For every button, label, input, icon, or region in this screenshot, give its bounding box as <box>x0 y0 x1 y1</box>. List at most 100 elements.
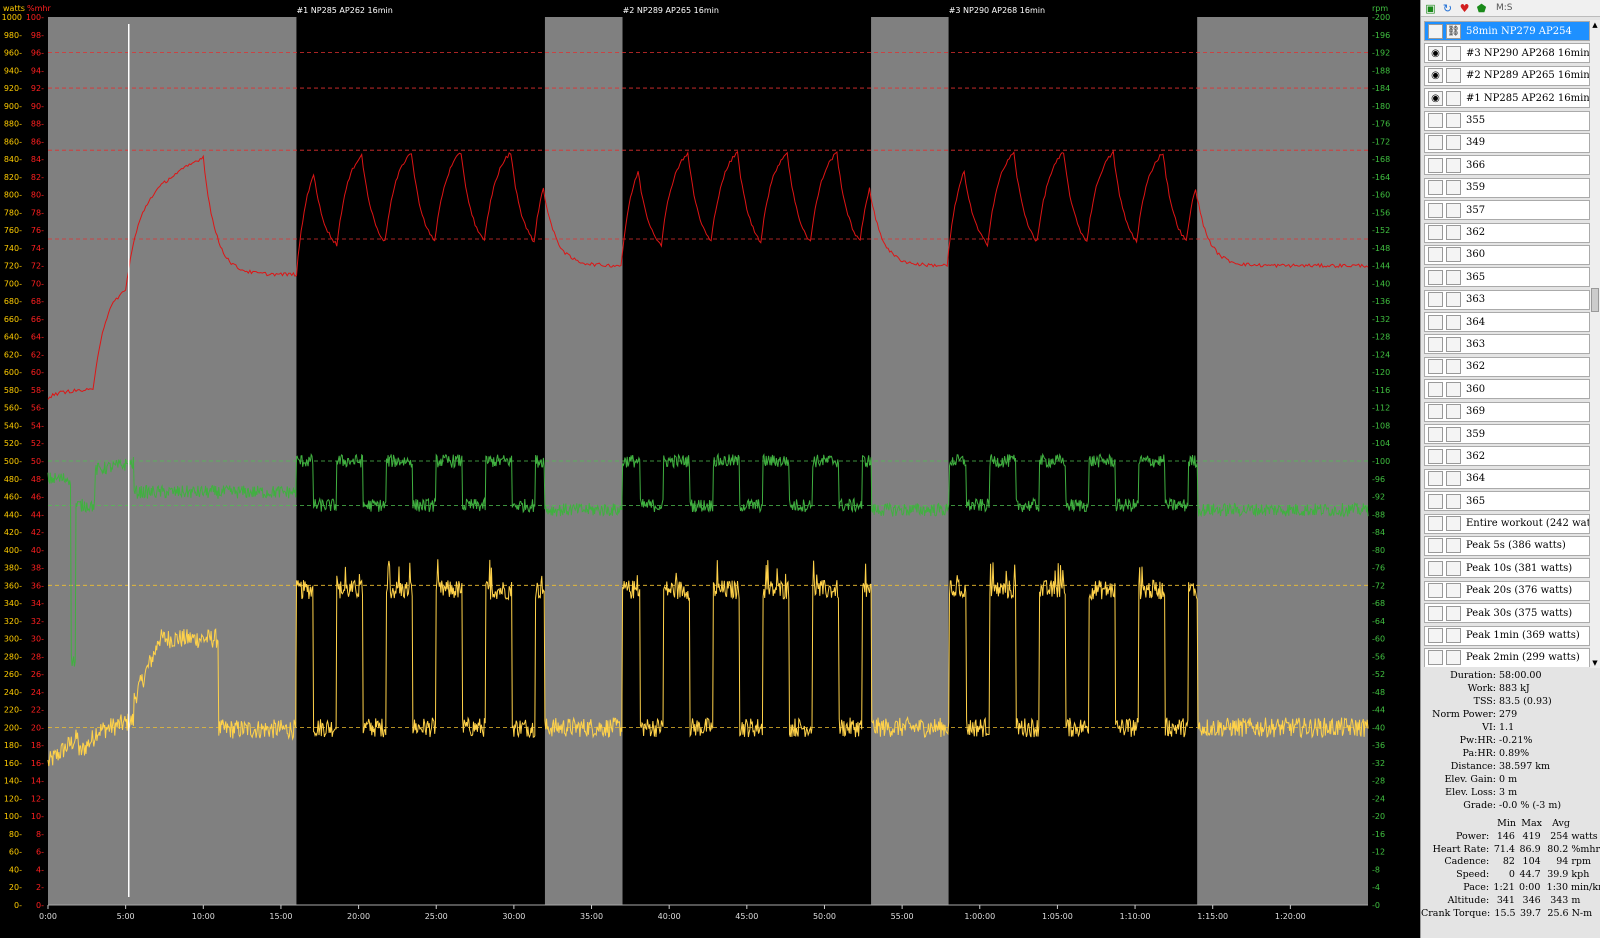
select-checkbox[interactable] <box>1446 448 1461 464</box>
select-checkbox[interactable] <box>1446 583 1461 599</box>
chart-icon[interactable]: ▣ <box>1424 2 1437 15</box>
select-checkbox[interactable] <box>1446 426 1461 442</box>
refresh-icon[interactable]: ↻ <box>1441 2 1454 15</box>
visibility-checkbox[interactable] <box>1428 583 1443 599</box>
interval-list[interactable]: ⛓ 58min NP279 AP254 ◉ #3 NP290 AP268 16min ◉… <box>1424 21 1590 667</box>
eye-icon[interactable]: ◉ <box>1428 90 1443 106</box>
heart-icon[interactable]: ♥ <box>1458 2 1471 15</box>
interval-row[interactable]: 366 <box>1424 155 1590 176</box>
interval-row[interactable]: 357 <box>1424 200 1590 221</box>
interval-row[interactable]: 363 <box>1424 334 1590 355</box>
shield-icon[interactable]: ⬟ <box>1475 2 1488 15</box>
interval-row[interactable]: 362 <box>1424 356 1590 377</box>
hr-tick-label: 8- <box>36 830 44 839</box>
visibility-checkbox[interactable] <box>1428 650 1443 666</box>
select-checkbox[interactable] <box>1446 202 1461 218</box>
interval-row[interactable]: 362 <box>1424 222 1590 243</box>
visibility-checkbox[interactable] <box>1428 426 1443 442</box>
x-tick-label: 1:05:00 <box>1042 912 1073 921</box>
scroll-up-icon[interactable]: ▲ <box>1590 20 1600 30</box>
select-checkbox[interactable] <box>1446 538 1461 554</box>
select-checkbox[interactable] <box>1446 359 1461 375</box>
interval-row[interactable]: 355 <box>1424 110 1590 131</box>
select-checkbox[interactable] <box>1446 180 1461 196</box>
interval-row[interactable]: Peak 1min (369 watts) <box>1424 625 1590 646</box>
scroll-down-icon[interactable]: ▼ <box>1590 658 1600 668</box>
visibility-checkbox[interactable] <box>1428 292 1443 308</box>
visibility-checkbox[interactable] <box>1428 516 1443 532</box>
eye-icon[interactable]: ◉ <box>1428 68 1443 84</box>
interval-row[interactable]: 365 <box>1424 491 1590 512</box>
ride-chart[interactable]: 0- 0- 20- 2- 40- 4- 60- 6- 80- 8- 100- 10- 120- 12- 14… <box>0 0 1420 938</box>
visibility-checkbox[interactable] <box>1428 157 1443 173</box>
visibility-checkbox[interactable] <box>1428 314 1443 330</box>
visibility-checkbox[interactable] <box>1428 404 1443 420</box>
select-checkbox[interactable] <box>1446 225 1461 241</box>
interval-row[interactable]: 360 <box>1424 244 1590 265</box>
interval-row[interactable]: 360 <box>1424 379 1590 400</box>
select-checkbox[interactable] <box>1446 157 1461 173</box>
select-checkbox[interactable] <box>1446 381 1461 397</box>
select-checkbox[interactable] <box>1446 471 1461 487</box>
interval-row[interactable]: Entire workout (242 watts) <box>1424 513 1590 534</box>
select-checkbox[interactable] <box>1446 247 1461 263</box>
interval-row[interactable]: 359 <box>1424 424 1590 445</box>
interval-row[interactable]: ⛓ 58min NP279 AP254 <box>1424 21 1590 41</box>
interval-row[interactable]: ◉ #1 NP285 AP262 16min <box>1424 88 1590 109</box>
interval-row[interactable]: 364 <box>1424 312 1590 333</box>
visibility-checkbox[interactable] <box>1428 135 1443 151</box>
select-checkbox[interactable] <box>1446 135 1461 151</box>
select-checkbox[interactable] <box>1446 404 1461 420</box>
select-checkbox[interactable] <box>1446 269 1461 285</box>
visibility-checkbox[interactable] <box>1428 336 1443 352</box>
select-checkbox[interactable] <box>1446 560 1461 576</box>
visibility-checkbox[interactable] <box>1428 23 1443 39</box>
interval-row[interactable]: 349 <box>1424 132 1590 153</box>
select-checkbox[interactable] <box>1446 605 1461 621</box>
time-format-label[interactable]: M:S <box>1496 3 1513 13</box>
visibility-checkbox[interactable] <box>1428 560 1443 576</box>
select-checkbox[interactable] <box>1446 68 1461 84</box>
interval-row[interactable]: 362 <box>1424 446 1590 467</box>
visibility-checkbox[interactable] <box>1428 202 1443 218</box>
visibility-checkbox[interactable] <box>1428 359 1443 375</box>
interval-row[interactable]: 364 <box>1424 468 1590 489</box>
visibility-checkbox[interactable] <box>1428 493 1443 509</box>
eye-icon[interactable]: ◉ <box>1428 45 1443 61</box>
select-checkbox[interactable] <box>1446 113 1461 129</box>
visibility-checkbox[interactable] <box>1428 113 1443 129</box>
select-checkbox[interactable] <box>1446 90 1461 106</box>
interval-row[interactable]: Peak 10s (381 watts) <box>1424 558 1590 579</box>
visibility-checkbox[interactable] <box>1428 180 1443 196</box>
visibility-checkbox[interactable] <box>1428 448 1443 464</box>
interval-row[interactable]: ◉ #3 NP290 AP268 16min <box>1424 43 1590 64</box>
select-checkbox[interactable] <box>1446 628 1461 644</box>
interval-row[interactable]: Peak 5s (386 watts) <box>1424 535 1590 556</box>
select-checkbox[interactable] <box>1446 650 1461 666</box>
visibility-checkbox[interactable] <box>1428 538 1443 554</box>
interval-row[interactable]: Peak 30s (375 watts) <box>1424 603 1590 624</box>
interval-row[interactable]: 363 <box>1424 289 1590 310</box>
visibility-checkbox[interactable] <box>1428 605 1443 621</box>
interval-list-scrollbar[interactable]: ▲ ▼ <box>1590 20 1600 668</box>
select-checkbox[interactable] <box>1446 45 1461 61</box>
interval-row[interactable]: Peak 20s (376 watts) <box>1424 580 1590 601</box>
select-checkbox[interactable] <box>1446 314 1461 330</box>
visibility-checkbox[interactable] <box>1428 225 1443 241</box>
select-checkbox[interactable] <box>1446 336 1461 352</box>
select-checkbox[interactable] <box>1446 516 1461 532</box>
scroll-thumb[interactable] <box>1591 288 1599 312</box>
interval-row[interactable]: 369 <box>1424 401 1590 422</box>
select-checkbox[interactable] <box>1446 292 1461 308</box>
visibility-checkbox[interactable] <box>1428 269 1443 285</box>
interval-row[interactable]: Peak 2min (299 watts) <box>1424 647 1590 667</box>
interval-row[interactable]: ◉ #2 NP289 AP265 16min <box>1424 65 1590 86</box>
link-icon[interactable]: ⛓ <box>1446 23 1461 39</box>
interval-row[interactable]: 365 <box>1424 267 1590 288</box>
visibility-checkbox[interactable] <box>1428 381 1443 397</box>
visibility-checkbox[interactable] <box>1428 628 1443 644</box>
visibility-checkbox[interactable] <box>1428 247 1443 263</box>
visibility-checkbox[interactable] <box>1428 471 1443 487</box>
interval-row[interactable]: 359 <box>1424 177 1590 198</box>
select-checkbox[interactable] <box>1446 493 1461 509</box>
